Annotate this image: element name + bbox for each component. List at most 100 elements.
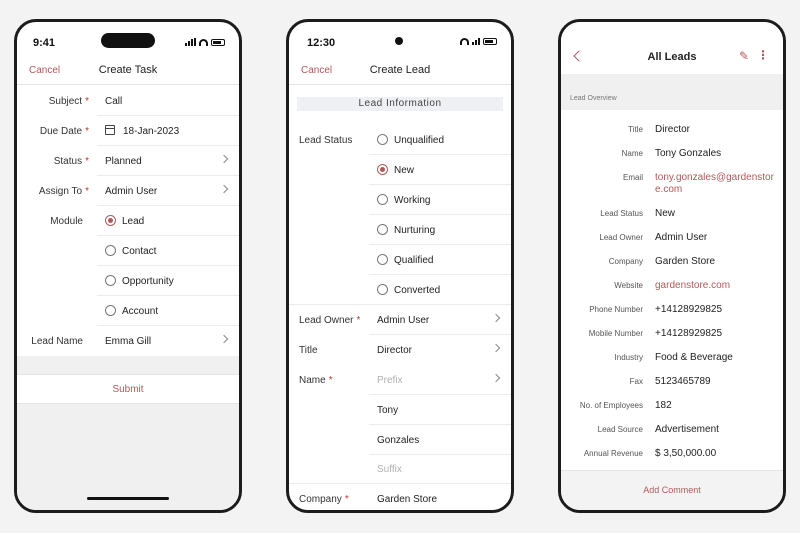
lead-status-option[interactable]: Nurturing — [289, 215, 511, 245]
module-option-opportunity[interactable]: Opportunity — [17, 266, 239, 296]
module-label: Module — [50, 216, 83, 227]
subject-value[interactable]: Call — [105, 96, 122, 107]
suffix-placeholder[interactable]: Suffix — [377, 464, 402, 475]
assign-to-value[interactable]: Admin User — [105, 186, 157, 197]
dynamic-island — [101, 33, 155, 48]
create-lead-screen: 12:30 Cancel Create Lead Lead Informatio… — [286, 19, 514, 513]
status-field[interactable]: Status * Planned — [17, 146, 239, 176]
detail-row-industry: Industry Food & Beverage — [561, 350, 783, 374]
add-comment-button[interactable]: Add Comment — [561, 485, 783, 495]
detail-label: Website — [614, 281, 643, 290]
radio-icon[interactable] — [105, 245, 116, 256]
wifi-icon — [199, 39, 208, 46]
detail-label: Mobile Number — [588, 329, 643, 338]
lead-owner-value[interactable]: Admin User — [377, 315, 429, 326]
cellular-signal-icon — [472, 38, 480, 45]
radio-icon[interactable] — [105, 305, 116, 316]
prefix-placeholder[interactable]: Prefix — [377, 375, 403, 386]
chevron-right-icon — [219, 154, 229, 164]
radio-icon[interactable] — [377, 224, 388, 235]
email-link[interactable]: tony.gonzales@gardenstore.com — [655, 172, 777, 196]
status-bar: 12:30 — [289, 22, 511, 62]
lead-status-option[interactable]: Converted — [289, 275, 511, 305]
lead-status-option[interactable]: Qualified — [289, 245, 511, 275]
last-name-field[interactable]: Gonzales — [289, 425, 511, 455]
detail-value: +14128929825 — [655, 304, 723, 315]
website-link[interactable]: gardenstore.com — [655, 280, 777, 292]
status-time: 12:30 — [307, 37, 336, 49]
company-label: Company — [299, 494, 342, 505]
submit-button[interactable]: Submit — [17, 374, 239, 404]
first-name-value[interactable]: Tony — [377, 405, 398, 416]
radio-icon[interactable] — [377, 284, 388, 295]
first-name-field[interactable]: Tony — [289, 395, 511, 425]
name-prefix-field[interactable]: Name * Prefix — [289, 365, 511, 395]
detail-row-employees: No. of Employees 182 — [561, 398, 783, 422]
assign-to-field[interactable]: Assign To * Admin User — [17, 176, 239, 206]
detail-label: Company — [608, 257, 643, 266]
lead-status-option[interactable]: Working — [289, 185, 511, 215]
radio-icon[interactable] — [105, 275, 116, 286]
last-name-value[interactable]: Gonzales — [377, 435, 419, 446]
radio-selected-icon[interactable] — [105, 215, 116, 226]
section-header: Lead Information — [297, 97, 503, 111]
radio-icon[interactable] — [377, 194, 388, 205]
cellular-signal-icon — [185, 38, 196, 46]
detail-row-annual-revenue: Annual Revenue $ 3,50,000.00 — [561, 446, 783, 470]
lead-name-field[interactable]: Lead Name Emma Gill — [17, 326, 239, 356]
due-date-label: Due Date — [39, 126, 83, 137]
more-options-icon[interactable]: ⋮ — [757, 48, 769, 62]
assign-to-label: Assign To — [38, 186, 83, 197]
edit-pencil-icon[interactable]: ✎ — [739, 49, 749, 63]
camera-icon — [395, 37, 403, 45]
status-option-label: Converted — [394, 285, 441, 296]
lead-detail-screen: All Leads ✎ ⋮ Lead Overview Title Direct… — [558, 19, 786, 513]
module-option-label: Contact — [122, 246, 157, 257]
company-value[interactable]: Garden Store — [377, 494, 437, 505]
lead-name-label: Lead Name — [31, 336, 83, 347]
lead-status-option[interactable]: Lead Status Unqualified — [289, 125, 511, 155]
module-option-account[interactable]: Account — [17, 296, 239, 326]
detail-label: Phone Number — [589, 305, 643, 314]
detail-value: Admin User — [655, 232, 708, 243]
status-bar: 9:41 — [17, 22, 239, 62]
company-field[interactable]: Company * Garden Store — [289, 484, 511, 510]
detail-row-company: Company Garden Store — [561, 254, 783, 278]
detail-label: Lead Owner — [599, 233, 643, 242]
detail-label: Fax — [629, 377, 643, 386]
detail-value: Tony Gonzales — [655, 148, 722, 159]
status-option-label: New — [394, 165, 415, 176]
suffix-field[interactable]: Suffix — [289, 454, 511, 484]
radio-icon[interactable] — [377, 134, 388, 145]
subject-field[interactable]: Subject * Call — [17, 86, 239, 116]
title-value[interactable]: Director — [377, 345, 412, 356]
detail-row-website: Website gardenstore.com — [561, 278, 783, 302]
detail-label: Title — [628, 125, 643, 134]
comment-bar: Add Comment — [561, 470, 783, 510]
overview-header-bar — [561, 74, 783, 110]
detail-row-phone: Phone Number +14128929825 — [561, 302, 783, 326]
calendar-icon[interactable] — [105, 125, 115, 135]
detail-row-fax: Fax 5123465789 — [561, 374, 783, 398]
radio-icon[interactable] — [377, 254, 388, 265]
lead-owner-label: Lead Owner — [299, 315, 354, 326]
detail-row-lead-source: Lead Source Advertisement — [561, 422, 783, 446]
title-field[interactable]: Title Director — [289, 335, 511, 365]
status-value[interactable]: Planned — [105, 156, 142, 167]
lead-status-label: Lead Status — [299, 135, 353, 146]
due-date-value[interactable]: 18-Jan-2023 — [123, 126, 179, 137]
home-indicator — [87, 497, 169, 500]
lead-owner-field[interactable]: Lead Owner * Admin User — [289, 305, 511, 335]
detail-row-title: Title Director — [561, 122, 783, 146]
lead-name-value[interactable]: Emma Gill — [105, 336, 151, 347]
radio-selected-icon[interactable] — [377, 164, 388, 175]
due-date-field[interactable]: Due Date * 18-Jan-2023 — [17, 116, 239, 146]
module-option-label: Account — [122, 306, 159, 317]
module-option-lead[interactable]: Module Lead — [17, 206, 239, 236]
module-option-contact[interactable]: Contact — [17, 236, 239, 266]
detail-label: No. of Employees — [579, 401, 643, 410]
status-option-label: Unqualified — [394, 135, 445, 146]
subject-label: Subject — [48, 96, 83, 107]
lead-status-option[interactable]: New — [289, 155, 511, 185]
detail-value: New — [655, 208, 676, 219]
